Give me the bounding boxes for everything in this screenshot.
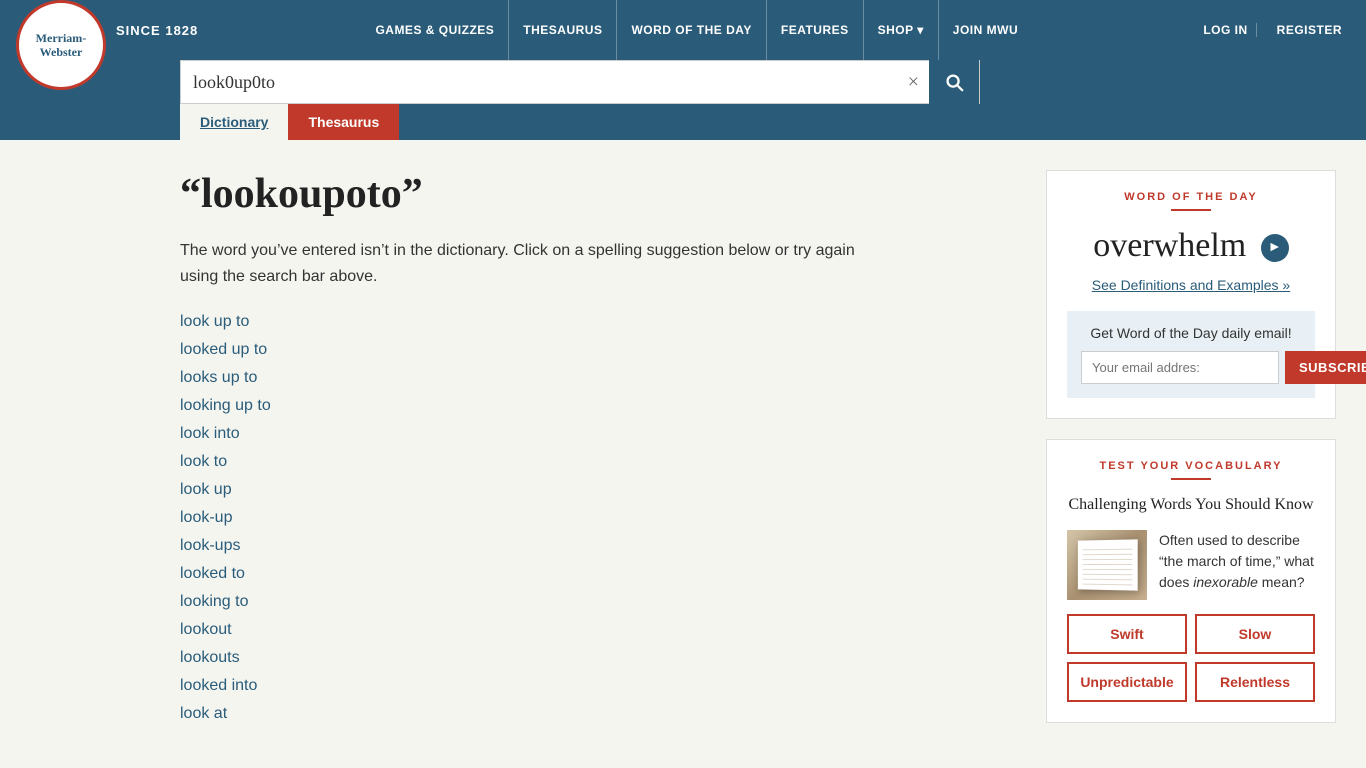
not-found-message: The word you’ve entered isn’t in the dic…	[180, 238, 860, 289]
nav-games[interactable]: GAMES & QUIZZES	[361, 0, 509, 60]
logo-text-webster: Webster	[40, 45, 83, 59]
search-input[interactable]	[181, 72, 898, 93]
login-link[interactable]: LOG IN	[1195, 23, 1256, 37]
register-link[interactable]: REGISTER	[1269, 23, 1350, 37]
vocab-box: TEST YOUR VOCABULARY Challenging Words Y…	[1046, 439, 1336, 723]
vocab-word-em: inexorable	[1193, 574, 1258, 590]
suggestion-4[interactable]: look into	[180, 425, 1016, 443]
nav-shop[interactable]: SHOP ▾	[864, 0, 939, 60]
answer-slow[interactable]: Slow	[1195, 614, 1315, 654]
search-button[interactable]	[929, 60, 979, 104]
wotd-section-label: WORD OF THE DAY	[1067, 191, 1315, 203]
search-icon	[943, 71, 965, 93]
logo[interactable]: Merriam- Webster	[16, 0, 106, 90]
audio-button[interactable]: ►	[1261, 234, 1289, 262]
vocab-desc-suffix: mean?	[1258, 574, 1305, 590]
vocab-title: Challenging Words You Should Know	[1067, 494, 1315, 516]
auth-links: LOG IN REGISTER	[1195, 23, 1350, 37]
search-tabs: Dictionary Thesaurus	[180, 104, 980, 140]
logo-area: Merriam- Webster SINCE 1828	[16, 0, 198, 75]
nav-features[interactable]: FEATURES	[767, 0, 864, 60]
suggestion-9[interactable]: looked to	[180, 565, 1016, 583]
email-row: SUBSCRIBE	[1081, 351, 1301, 384]
wotd-box: WORD OF THE DAY overwhelm ► See Definiti…	[1046, 170, 1336, 419]
suggestion-14[interactable]: look at	[180, 705, 1016, 723]
answer-unpredictable[interactable]: Unpredictable	[1067, 662, 1187, 702]
book-pages	[1078, 540, 1138, 591]
wotd-email-promo-text: Get Word of the Day daily email!	[1081, 325, 1301, 341]
suggestions-list: look up to looked up to looks up to look…	[180, 313, 1016, 723]
sidebar: WORD OF THE DAY overwhelm ► See Definiti…	[1046, 170, 1336, 733]
logo-text-merriam: Merriam-	[36, 31, 87, 45]
suggestion-8[interactable]: look-ups	[180, 537, 1016, 555]
vocab-image-row: Often used to describe “the march of tim…	[1067, 530, 1315, 600]
nav-thesaurus[interactable]: THESAURUS	[509, 0, 617, 60]
suggestion-10[interactable]: looking to	[180, 593, 1016, 611]
book-illustration	[1067, 530, 1147, 600]
suggestion-7[interactable]: look-up	[180, 509, 1016, 527]
suggestion-0[interactable]: look up to	[180, 313, 1016, 331]
search-bar: ×	[180, 60, 980, 104]
suggestion-6[interactable]: look up	[180, 481, 1016, 499]
suggestion-3[interactable]: looking up to	[180, 397, 1016, 415]
main-nav: GAMES & QUIZZES THESAURUS WORD OF THE DA…	[214, 0, 1179, 60]
suggestion-11[interactable]: lookout	[180, 621, 1016, 639]
wotd-divider	[1171, 209, 1211, 211]
vocab-section-label: TEST YOUR VOCABULARY	[1067, 460, 1315, 472]
page-heading: “lookoupoto”	[180, 170, 1016, 218]
subscribe-button[interactable]: SUBSCRIBE	[1285, 351, 1366, 384]
suggestion-13[interactable]: looked into	[180, 677, 1016, 695]
email-input[interactable]	[1081, 351, 1279, 384]
tab-dictionary[interactable]: Dictionary	[180, 104, 288, 140]
answer-buttons: Swift Slow Unpredictable Relentless	[1067, 614, 1315, 702]
suggestion-2[interactable]: looks up to	[180, 369, 1016, 387]
suggestion-12[interactable]: lookouts	[180, 649, 1016, 667]
wotd-word: overwhelm ►	[1067, 227, 1315, 265]
vocab-divider	[1171, 478, 1211, 480]
nav-wotd[interactable]: WORD OF THE DAY	[617, 0, 766, 60]
suggestion-1[interactable]: looked up to	[180, 341, 1016, 359]
since-label: SINCE 1828	[116, 23, 198, 38]
answer-relentless[interactable]: Relentless	[1195, 662, 1315, 702]
nav-join[interactable]: JOIN MWU	[939, 0, 1032, 60]
wotd-see-link[interactable]: See Definitions and Examples »	[1067, 277, 1315, 293]
answer-swift[interactable]: Swift	[1067, 614, 1187, 654]
content-area: “lookoupoto” The word you’ve entered isn…	[180, 170, 1016, 733]
search-row: × Dictionary Thesaurus	[0, 60, 1366, 140]
suggestion-5[interactable]: look to	[180, 453, 1016, 471]
clear-search-button[interactable]: ×	[898, 71, 929, 94]
wotd-word-text: overwhelm	[1093, 227, 1246, 264]
vocab-image	[1067, 530, 1147, 600]
header: Merriam- Webster SINCE 1828 GAMES & QUIZ…	[0, 0, 1366, 60]
main-content: “lookoupoto” The word you’ve entered isn…	[0, 140, 1366, 763]
vocab-description: Often used to describe “the march of tim…	[1159, 530, 1315, 593]
wotd-email-promo: Get Word of the Day daily email! SUBSCRI…	[1067, 311, 1315, 398]
tab-thesaurus[interactable]: Thesaurus	[288, 104, 399, 140]
